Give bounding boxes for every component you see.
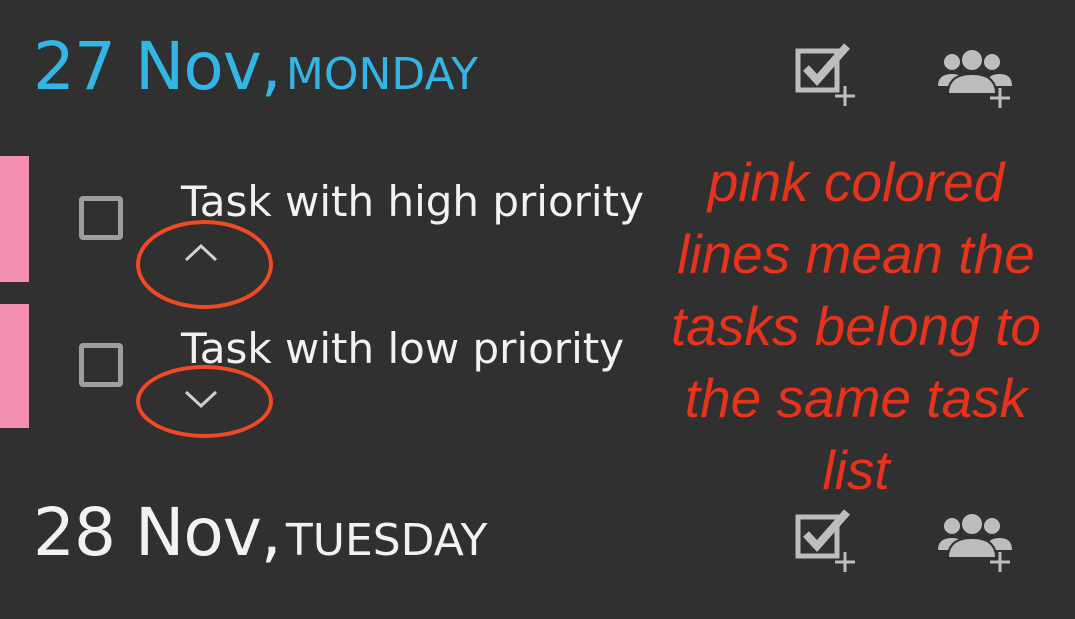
task-title[interactable]: Task with high priority xyxy=(181,181,644,223)
add-task-icon[interactable] xyxy=(795,42,859,108)
day-weekday: TUESDAY xyxy=(285,515,488,566)
annotation-circle xyxy=(136,220,273,309)
day-weekday: MONDAY xyxy=(285,49,479,100)
day-date: 27 Nov, xyxy=(33,28,282,105)
task-list-color-bar xyxy=(0,304,29,428)
task-checkbox[interactable] xyxy=(79,343,123,387)
day-date: 28 Nov, xyxy=(33,494,282,571)
day-header-monday: 27 Nov, MONDAY xyxy=(33,34,478,100)
annotation-circle xyxy=(136,365,273,438)
day-header-tuesday: 28 Nov, TUESDAY xyxy=(33,500,487,566)
add-task-icon[interactable] xyxy=(795,508,859,574)
add-group-icon[interactable] xyxy=(938,48,1014,108)
add-group-icon[interactable] xyxy=(938,512,1014,572)
task-list-color-bar xyxy=(0,156,29,282)
annotation-text: pink colored lines mean the tasks belong… xyxy=(671,151,1041,501)
task-title[interactable]: Task with low priority xyxy=(181,328,624,370)
task-checkbox[interactable] xyxy=(79,196,123,240)
